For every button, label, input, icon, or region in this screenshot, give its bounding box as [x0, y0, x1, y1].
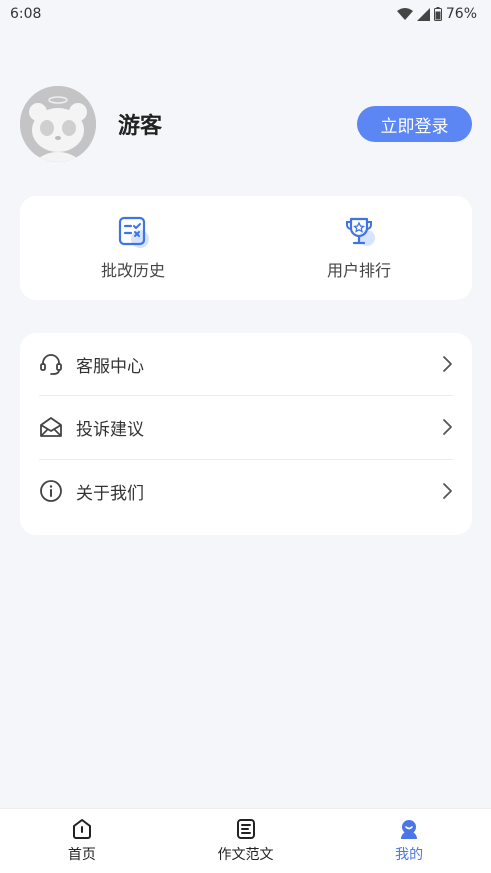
quick-action-label: 用户排行 [326, 261, 391, 280]
chevron-right-icon [443, 356, 452, 373]
status-time: 6:08 [10, 6, 42, 22]
chevron-right-icon [443, 483, 452, 500]
trophy-icon [346, 217, 375, 246]
menu-item-feedback[interactable]: 投诉建议 [39, 396, 453, 460]
checklist-icon [118, 216, 149, 248]
username: 游客 [118, 114, 163, 139]
menu-item-label: 投诉建议 [76, 419, 144, 440]
menu-card: 客服中心 投诉建议 关于我们 [20, 333, 472, 535]
document-icon [236, 819, 255, 839]
menu-item-customer-service[interactable]: 客服中心 [39, 333, 453, 397]
tab-home[interactable]: 首页 [0, 809, 164, 873]
avatar[interactable] [20, 86, 96, 162]
menu-item-about[interactable]: 关于我们 [39, 460, 453, 523]
status-icons: 76% [396, 6, 477, 22]
tab-label: 作文范文 [217, 847, 274, 863]
profile-header: 游客 立即登录 [20, 86, 472, 162]
signal-icon [416, 7, 430, 21]
menu-item-label: 关于我们 [76, 483, 144, 504]
tab-label: 首页 [67, 847, 96, 863]
quick-action-label: 批改历史 [100, 261, 165, 280]
screen: 6:08 76% 游客 立即登录 批改历史 用户排行 客服中心 投诉建议 关于我… [0, 0, 491, 873]
menu-item-label: 客服中心 [76, 356, 144, 377]
panda-avatar-icon [20, 86, 96, 162]
envelope-icon [39, 415, 63, 439]
status-bar: 6:08 76% [0, 0, 491, 28]
headset-icon [39, 352, 63, 376]
user-icon [401, 820, 418, 839]
tab-label: 我的 [395, 847, 424, 863]
home-icon [72, 819, 91, 839]
info-icon [39, 479, 63, 503]
quick-actions-card: 批改历史 用户排行 [20, 196, 472, 300]
quick-action-history[interactable]: 批改历史 [20, 196, 246, 300]
chevron-right-icon [443, 419, 452, 436]
tab-essays[interactable]: 作文范文 [164, 809, 328, 873]
login-button[interactable]: 立即登录 [357, 106, 472, 142]
battery-icon [433, 7, 442, 21]
battery-percent: 76% [445, 6, 477, 22]
wifi-icon [396, 8, 413, 20]
tab-mine[interactable]: 我的 [327, 809, 491, 873]
quick-action-ranking[interactable]: 用户排行 [246, 196, 472, 300]
bottom-tab-bar: 首页 作文范文 我的 [0, 808, 491, 873]
